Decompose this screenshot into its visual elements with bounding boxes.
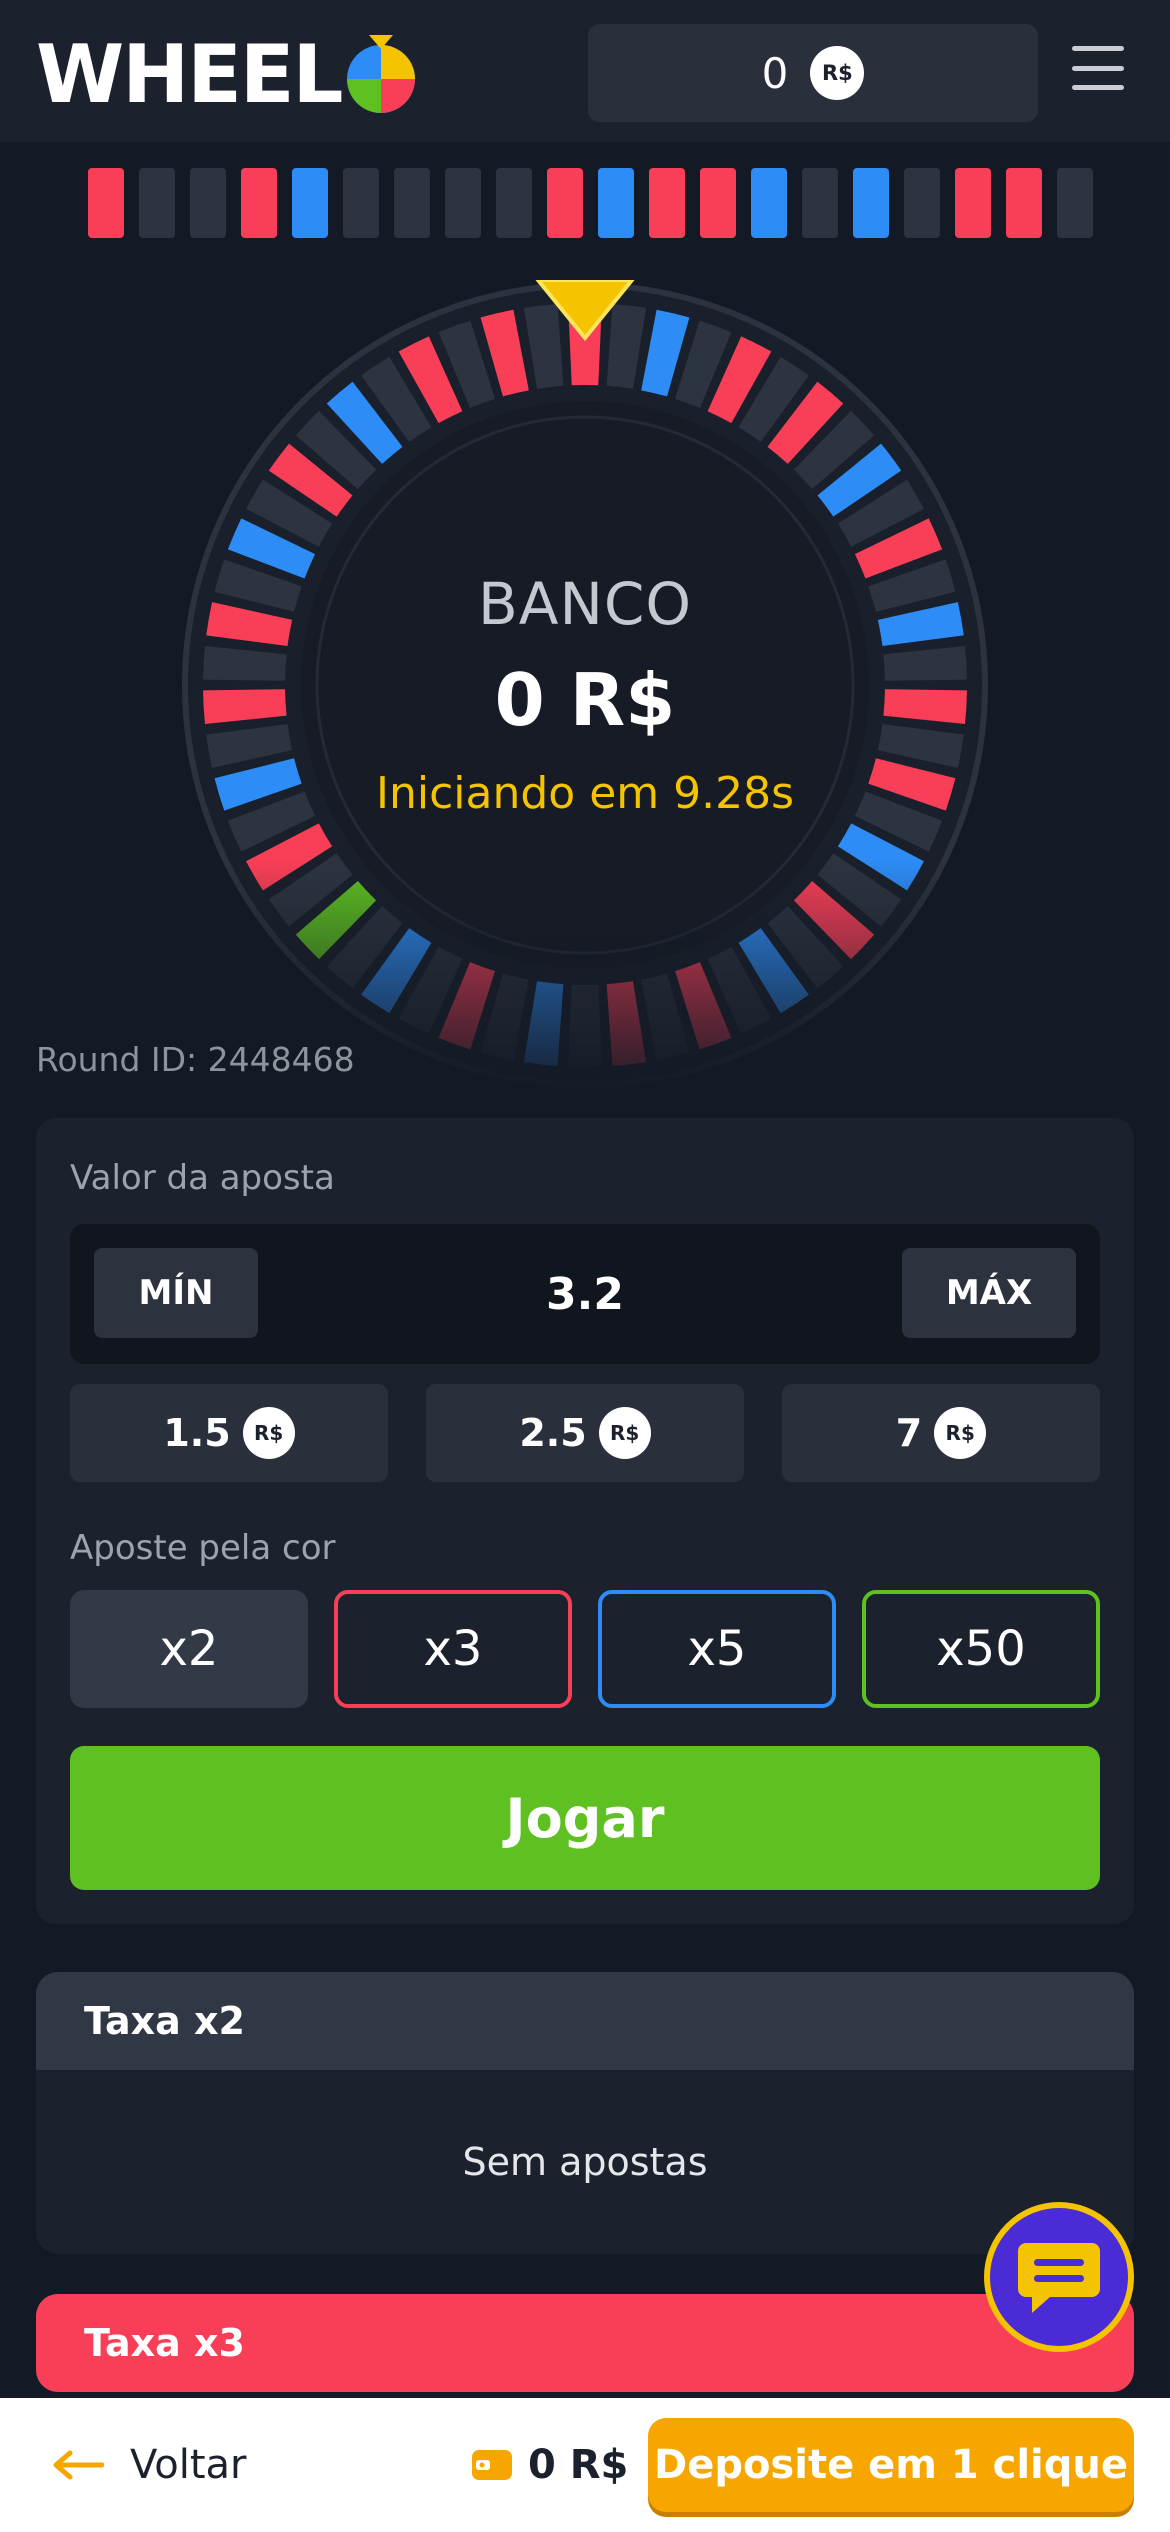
deposit-button[interactable]: Deposite em 1 clique: [648, 2418, 1134, 2512]
back-label: Voltar: [130, 2442, 247, 2488]
bet-amount-input[interactable]: 3.2: [270, 1224, 900, 1364]
min-button[interactable]: MÍN: [94, 1248, 258, 1338]
balance-display[interactable]: 0 R$: [588, 24, 1038, 122]
rate-x2-header[interactable]: Taxa x2: [36, 1972, 1134, 2070]
balance-value: 0: [761, 48, 789, 98]
currency-coin-icon: R$: [598, 1407, 651, 1459]
history-segment: [292, 168, 328, 238]
logo[interactable]: WHEEL: [36, 30, 419, 120]
bank-value: 0 R$: [494, 658, 676, 742]
quick-amount-value: 7: [895, 1411, 923, 1455]
bank-label: BANCO: [477, 570, 692, 638]
results-history: [88, 168, 1093, 238]
history-segment: [853, 168, 889, 238]
currency-coin-icon: R$: [242, 1407, 295, 1459]
currency-coin-icon: R$: [934, 1407, 987, 1459]
play-button[interactable]: Jogar: [70, 1746, 1100, 1890]
history-segment: [649, 168, 685, 238]
quick-amount-value: 2.5: [519, 1411, 587, 1455]
quick-amount-button[interactable]: 7 R$: [782, 1384, 1100, 1482]
history-segment: [802, 168, 838, 238]
history-segment: [139, 168, 175, 238]
max-button[interactable]: MÁX: [902, 1248, 1076, 1338]
history-segment: [751, 168, 787, 238]
rate-x3-card: Taxa x3: [36, 2294, 1134, 2392]
multiplier-x50-button[interactable]: x50: [862, 1590, 1100, 1708]
quick-amount-button[interactable]: 1.5 R$: [70, 1384, 388, 1482]
rate-x3-header[interactable]: Taxa x3: [36, 2294, 1134, 2392]
app-header: WHEEL 0 R$: [0, 0, 1170, 142]
logo-ball-icon: [347, 35, 416, 113]
history-segment: [547, 168, 583, 238]
bet-color-label: Aposte pela cor: [70, 1528, 336, 1568]
wallet-balance: 0 R$: [470, 2398, 628, 2532]
wallet-icon: [472, 2450, 512, 2480]
history-segment: [190, 168, 226, 238]
bet-amount-label: Valor da aposta: [70, 1158, 335, 1198]
logo-text: WHEEL: [36, 28, 343, 121]
multiplier-x2-button[interactable]: x2: [70, 1590, 308, 1708]
quick-amount-button[interactable]: 2.5 R$: [426, 1384, 744, 1482]
currency-coin-icon: R$: [810, 46, 865, 100]
history-segment: [445, 168, 481, 238]
history-segment: [1006, 168, 1042, 238]
wallet-value: 0 R$: [528, 2442, 629, 2488]
history-segment: [955, 168, 991, 238]
chat-icon: [1018, 2243, 1100, 2313]
multiplier-x5-button[interactable]: x5: [598, 1590, 836, 1708]
wheel-segment: [568, 984, 602, 1067]
history-segment: [241, 168, 277, 238]
history-segment: [394, 168, 430, 238]
bottom-bar: Voltar 0 R$ Deposite em 1 clique: [0, 2398, 1170, 2532]
history-segment: [1057, 168, 1093, 238]
round-id: Round ID: 2448468: [36, 1040, 355, 1079]
history-segment: [904, 168, 940, 238]
bet-amount-field: MÍN 3.2 MÁX: [70, 1224, 1100, 1364]
bet-panel: Valor da aposta MÍN 3.2 MÁX 1.5 R$ 2.5 R…: [36, 1118, 1134, 1924]
hamburger-menu-icon[interactable]: [1072, 46, 1124, 90]
history-segment: [343, 168, 379, 238]
round-countdown: Iniciando em 9.28s: [376, 768, 794, 819]
history-segment: [700, 168, 736, 238]
chat-button[interactable]: [984, 2202, 1134, 2352]
history-segment: [496, 168, 532, 238]
multiplier-x3-button[interactable]: x3: [334, 1590, 572, 1708]
arrow-left-icon: [53, 2450, 104, 2480]
quick-amount-value: 1.5: [163, 1411, 231, 1455]
back-button[interactable]: Voltar: [52, 2398, 246, 2532]
rate-x2-empty: Sem apostas: [36, 2070, 1134, 2254]
history-segment: [598, 168, 634, 238]
history-segment: [88, 168, 124, 238]
rate-x2-card: Taxa x2 Sem apostas: [36, 1972, 1134, 2254]
